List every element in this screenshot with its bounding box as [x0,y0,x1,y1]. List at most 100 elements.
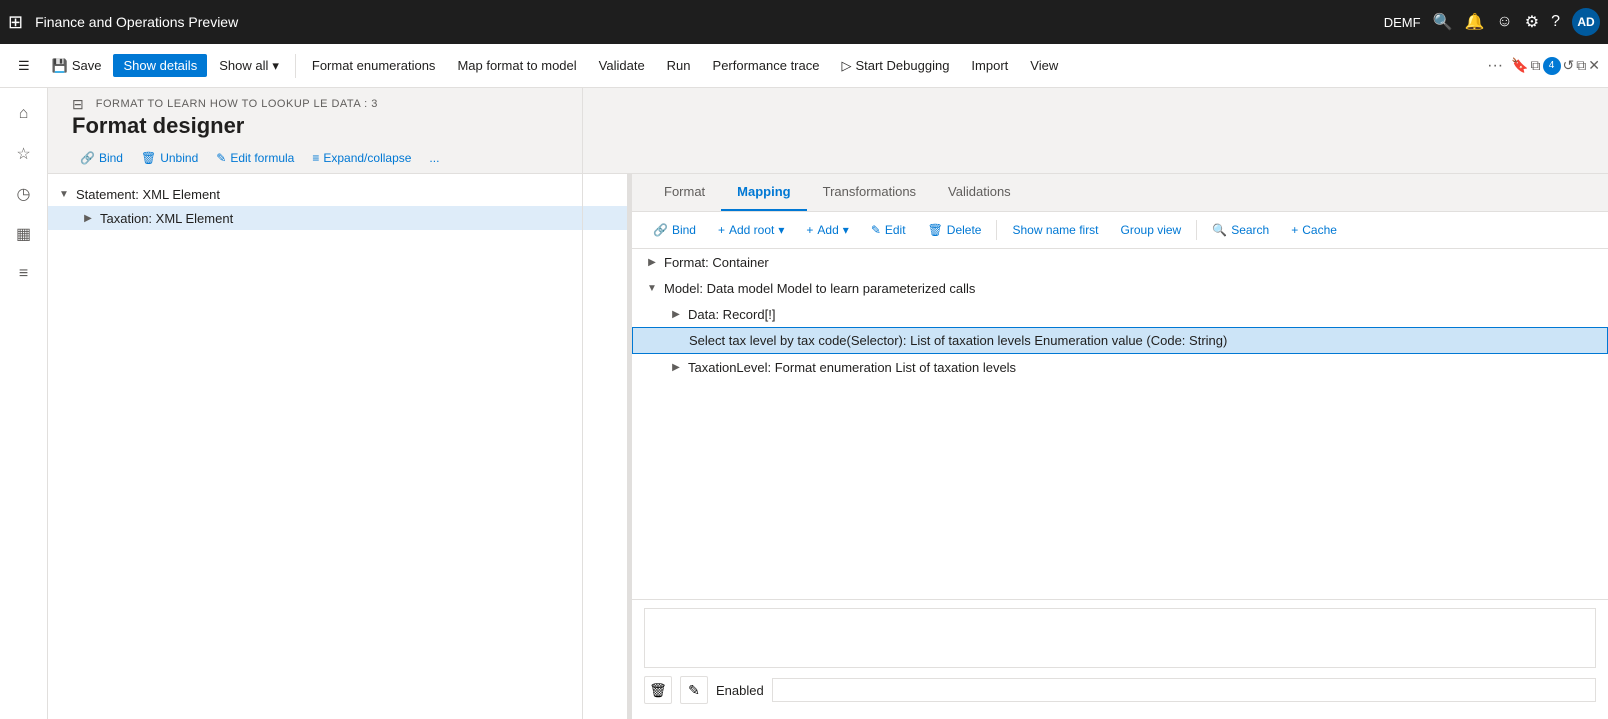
view-button[interactable]: View [1020,54,1068,77]
mapping-tree-item[interactable]: ▼ Model: Data model Model to learn param… [632,275,1608,301]
search-icon[interactable]: 🔍 [1433,12,1453,32]
mapping-tree-item[interactable]: ▶ Data: Record[!] [632,301,1608,327]
help-icon[interactable]: ? [1551,13,1560,31]
add-button[interactable]: + Add ▾ [797,218,857,242]
search-button[interactable]: 🔍 Search [1203,218,1278,242]
edit-formula-button[interactable]: ✎ Edit formula [208,147,302,169]
notification-badge: 4 [1543,57,1561,75]
page-subtitle: FORMAT TO LEARN HOW TO LOOKUP LE DATA : … [96,98,378,110]
restore-icon[interactable]: ⧉ [1576,57,1586,74]
tab-mapping[interactable]: Mapping [721,174,806,211]
add-root-button[interactable]: + Add root ▾ [709,218,793,242]
formula-area[interactable] [644,608,1596,668]
more-format-button[interactable]: ... [421,147,447,169]
panel-icon[interactable]: ⧉ [1531,57,1541,74]
edit-button[interactable]: ✎ Edit [862,218,915,242]
sidebar-star-icon[interactable]: ☆ [6,136,42,172]
save-icon: 💾 [52,58,68,74]
expand-collapse-button[interactable]: ≡ Expand/collapse [304,147,419,169]
close-icon[interactable]: ✕ [1588,57,1600,74]
sidebar-icons: ⌂ ☆ ◷ ▦ ≡ [0,88,48,719]
mapping-toolbar: 🔗 Bind + Add root ▾ + Add ▾ ✎ [632,212,1608,249]
search-icon: 🔍 [1212,223,1227,237]
hamburger-button[interactable]: ☰ [8,54,40,78]
tree-toggle-icon: ▶ [668,359,684,375]
mapping-item-label: TaxationLevel: Format enumeration List o… [688,360,1016,375]
mapping-item-label: Model: Data model Model to learn paramet… [664,281,975,296]
mapping-bind-button[interactable]: 🔗 Bind [644,218,705,242]
import-button[interactable]: Import [961,54,1018,77]
page-title: Format designer [72,113,1584,139]
sidebar-home-icon[interactable]: ⌂ [6,96,42,132]
mapping-content: ▶ Format: Container ▼ Model: Data model … [632,249,1608,599]
plus-icon: + [806,223,813,237]
cache-button[interactable]: + Cache [1282,218,1346,242]
mapping-item-label: Format: Container [664,255,769,270]
show-name-first-button[interactable]: Show name first [1003,218,1107,242]
map-format-button[interactable]: Map format to model [447,54,586,77]
sidebar-calendar-icon[interactable]: ▦ [6,216,42,252]
apps-icon[interactable]: ⊞ [8,12,23,33]
save-button[interactable]: 💾 Save [42,54,112,78]
panel-divider [582,174,583,719]
delete-formula-button[interactable]: 🗑 [644,676,672,704]
right-panel: Format Mapping Transformations Validatio… [632,174,1608,719]
trash-icon: 🗑 [928,223,943,237]
validate-button[interactable]: Validate [589,54,655,77]
run-button[interactable]: Run [657,54,701,77]
separator [1196,220,1197,240]
more-options-icon[interactable]: ··· [1481,53,1509,79]
separator [295,54,296,78]
format-toolbar: 🔗 Bind 🗑 Unbind ✎ Edit formula ≡ Expand/… [48,143,1608,174]
show-all-button[interactable]: Show all ▾ [209,54,289,78]
delete-button[interactable]: 🗑 Delete [919,218,991,242]
chevron-down-icon: ▾ [272,58,279,74]
sidebar-list-icon[interactable]: ≡ [6,256,42,292]
tab-validations[interactable]: Validations [932,174,1027,211]
user-label: DEMF [1384,15,1421,30]
avatar[interactable]: AD [1572,8,1600,36]
trash-icon: 🗑 [649,682,667,699]
bell-icon[interactable]: 🔔 [1464,12,1484,32]
mapping-tree-item[interactable]: ▶ TaxationLevel: Format enumeration List… [632,354,1608,380]
mapping-tree-item[interactable]: ▶ Format: Container [632,249,1608,275]
enabled-input[interactable] [772,678,1596,702]
tree-toggle-icon: ▶ [668,306,684,322]
refresh-icon[interactable]: ↺ [1563,57,1575,74]
tree-toggle-icon: ▶ [80,210,96,226]
link-icon: 🔗 [80,151,95,165]
group-view-button[interactable]: Group view [1112,218,1191,242]
bind-button[interactable]: 🔗 Bind [72,147,131,169]
start-debugging-button[interactable]: ▷ Start Debugging [831,54,959,78]
mapping-tree-item-selected[interactable]: Select tax level by tax code(Selector): … [632,327,1608,354]
unbind-button[interactable]: 🗑 Unbind [133,147,206,169]
bookmark-icon[interactable]: 🔖 [1511,57,1528,74]
plus-icon: + [718,223,725,237]
tree-item[interactable]: ▼ Statement: XML Element [48,182,627,206]
topbar-right: DEMF 🔍 🔔 ☺ ⚙ ? AD [1384,8,1600,36]
mapping-item-label: Data: Record[!] [688,307,775,322]
left-panel: ▼ Statement: XML Element ▶ Taxation: XML… [48,174,628,719]
performance-trace-button[interactable]: Performance trace [703,54,830,77]
edit-formula-button[interactable]: ✎ [680,676,708,704]
show-details-button[interactable]: Show details [113,54,207,77]
separator [996,220,997,240]
split-view: ▼ Statement: XML Element ▶ Taxation: XML… [48,174,1608,719]
tree-item-label: Statement: XML Element [76,187,220,202]
app-title: Finance and Operations Preview [35,14,1380,30]
mapping-item-label: Select tax level by tax code(Selector): … [689,333,1227,348]
format-enumerations-button[interactable]: Format enumerations [302,54,446,77]
gear-icon[interactable]: ⚙ [1525,12,1539,32]
tab-format[interactable]: Format [648,174,721,211]
tree-item-label: Taxation: XML Element [100,211,233,226]
pencil-icon: ✎ [216,151,226,165]
chevron-down-icon: ▾ [778,223,784,237]
tree-item[interactable]: ▶ Taxation: XML Element [48,206,627,230]
sidebar-clock-icon[interactable]: ◷ [6,176,42,212]
smiley-icon[interactable]: ☺ [1496,13,1512,31]
filter-icon[interactable]: ⊟ [72,96,84,113]
bottom-panel: 🗑 ✎ Enabled [632,599,1608,719]
tree-toggle-icon: ▼ [644,280,660,296]
tab-transformations[interactable]: Transformations [807,174,932,211]
pencil-icon: ✎ [871,223,881,237]
